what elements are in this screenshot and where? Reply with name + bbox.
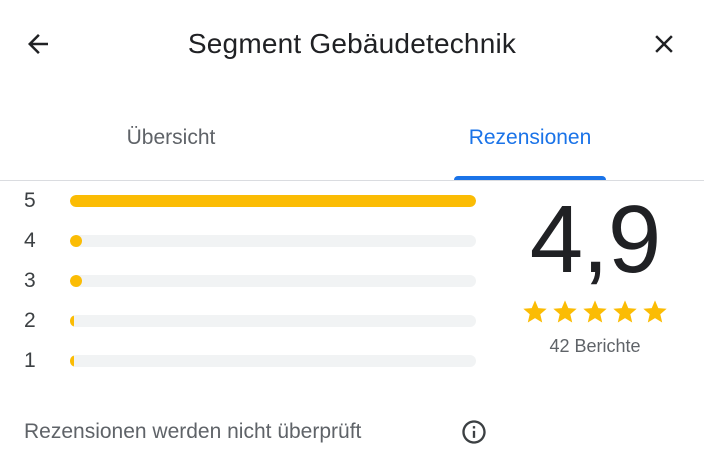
- histogram-label: 4: [24, 229, 36, 252]
- histogram-label: 2: [24, 309, 36, 332]
- rating-summary: 4,9 42 Berichte: [510, 188, 680, 368]
- histogram-label: 3: [24, 269, 36, 292]
- average-rating: 4,9: [529, 186, 661, 293]
- tab-overview-label: Übersicht: [126, 126, 216, 149]
- star-icon: [643, 300, 667, 323]
- tab-reviews[interactable]: Rezensionen: [440, 110, 620, 180]
- page-title: Segment Gebäudetechnik: [187, 28, 517, 59]
- reviews-panel: Segment Gebäudetechnik Übersicht Rezensi…: [0, 0, 704, 460]
- histogram-bar: [70, 355, 74, 367]
- histogram-bar: [70, 195, 476, 207]
- panel-header: Segment Gebäudetechnik: [0, 0, 704, 86]
- star-rating: [520, 298, 670, 326]
- histogram-row-5[interactable]: 5: [20, 186, 490, 216]
- histogram-track: [70, 235, 476, 247]
- histogram-bar: [70, 275, 82, 287]
- histogram-label: 1: [24, 349, 36, 372]
- tab-bar: Übersicht Rezensionen: [0, 110, 704, 182]
- histogram-row-3[interactable]: 3: [20, 266, 490, 296]
- star-icon: [613, 300, 637, 323]
- close-button[interactable]: [642, 22, 686, 66]
- review-count-link[interactable]: 42 Berichte: [510, 334, 680, 358]
- star-icon: [553, 300, 577, 323]
- histogram-track: [70, 195, 476, 207]
- tab-reviews-label: Rezensionen: [468, 126, 592, 149]
- star-icon: [583, 300, 607, 323]
- histogram-label: 5: [24, 189, 36, 212]
- rating-histogram: 5 4 3 2 1: [20, 186, 490, 376]
- info-button[interactable]: [458, 416, 490, 448]
- disclaimer-text: Rezensionen werden nicht überprüft: [24, 420, 362, 443]
- tab-overview[interactable]: Übersicht: [60, 110, 282, 180]
- histogram-track: [70, 315, 476, 327]
- histogram-row-2[interactable]: 2: [20, 306, 490, 336]
- histogram-track: [70, 355, 476, 367]
- tabs-divider: [0, 180, 704, 181]
- histogram-bar: [70, 235, 82, 247]
- star-icon: [523, 300, 547, 323]
- review-disclaimer: Rezensionen werden nicht überprüft: [24, 412, 504, 452]
- histogram-row-1[interactable]: 1: [20, 346, 490, 376]
- histogram-row-4[interactable]: 4: [20, 226, 490, 256]
- histogram-track: [70, 275, 476, 287]
- info-icon: [462, 420, 486, 444]
- close-icon: [655, 35, 673, 53]
- histogram-bar: [70, 315, 74, 327]
